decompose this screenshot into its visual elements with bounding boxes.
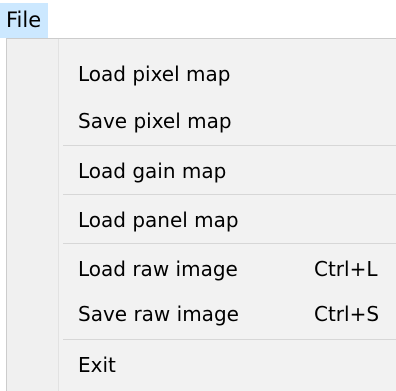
menu-separator [63, 145, 396, 146]
file-dropdown-menu: Load pixel map Save pixel map Load gain … [6, 38, 396, 391]
menu-separator [63, 339, 396, 340]
menu-item-label: Exit [78, 353, 116, 377]
menu-item-label: Save raw image [78, 302, 239, 326]
menu-item-exit[interactable]: Exit [7, 346, 396, 384]
menu-item-load-raw-image[interactable]: Load raw image Ctrl+L [7, 250, 396, 288]
menu-item-load-pixel-map[interactable]: Load pixel map [7, 55, 396, 93]
menu-item-load-gain-map[interactable]: Load gain map [7, 152, 396, 190]
menu-bar: File [0, 0, 396, 38]
menu-item-label: Save pixel map [78, 109, 232, 133]
menu-item-load-panel-map[interactable]: Load panel map [7, 201, 396, 239]
menu-item-save-pixel-map[interactable]: Save pixel map [7, 102, 396, 140]
file-menu-button[interactable]: File [0, 3, 49, 38]
menu-item-shortcut: Ctrl+L [314, 257, 378, 281]
menu-separator [63, 243, 396, 244]
menu-item-shortcut: Ctrl+S [314, 302, 380, 326]
menu-item-label: Load gain map [78, 159, 227, 183]
menu-item-label: Load pixel map [78, 62, 231, 86]
menu-item-label: Load panel map [78, 208, 239, 232]
menu-separator [63, 194, 396, 195]
menu-item-label: Load raw image [78, 257, 238, 281]
menu-item-save-raw-image[interactable]: Save raw image Ctrl+S [7, 295, 396, 333]
